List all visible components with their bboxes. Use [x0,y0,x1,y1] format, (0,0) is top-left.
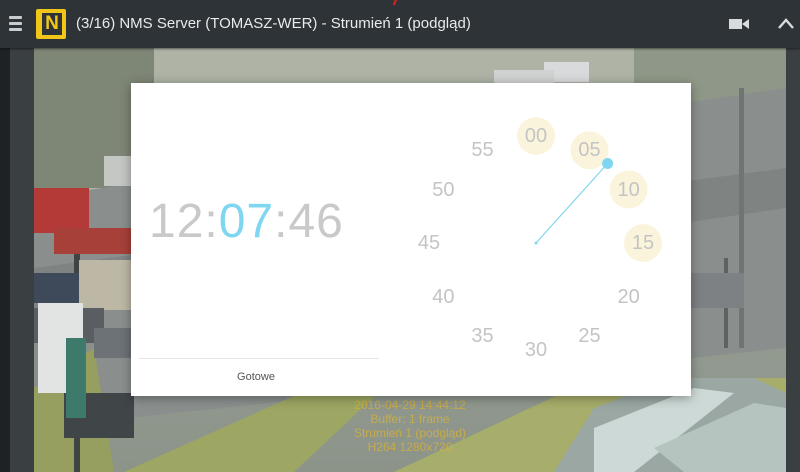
clock-label-30[interactable]: 30 [516,336,556,364]
red-curve-mark [393,0,398,6]
hamburger-icon[interactable] [9,16,22,32]
clock-label-10[interactable]: 10 [609,176,649,204]
time-separator: : [204,195,219,248]
left-panel-edge [10,48,34,472]
clock-label-00[interactable]: 00 [516,122,556,150]
window-title: (3/16) NMS Server (TOMASZ-WER) - Strumie… [76,15,471,32]
time-display: 12:07:46 [149,195,344,249]
clock-label-45[interactable]: 45 [409,229,449,257]
chevron-up-icon[interactable] [776,14,796,34]
second-value[interactable]: 46 [288,195,343,248]
done-button[interactable]: Gotowe [131,361,381,393]
clock-label-50[interactable]: 50 [423,176,463,204]
right-panel-edge [786,48,800,472]
minute-value[interactable]: 07 [219,195,274,248]
clock-label-35[interactable]: 35 [463,322,503,350]
clock-label-55[interactable]: 55 [463,136,503,164]
divider [139,358,379,359]
clock-label-20[interactable]: 20 [609,283,649,311]
stream-overlay-text: 2016-04-29 14:44:12 Buffer: 1 frame Stru… [340,398,480,454]
clock-label-15[interactable]: 15 [623,229,663,257]
video-camera-icon[interactable] [729,17,749,31]
logo-letter: N [39,13,62,35]
overlay-line: H264 1280x720 [367,440,453,454]
time-picker-dialog: 12:07:46 Gotowe 00 05 10 15 20 25 30 35 40 45 50 55 [131,83,691,396]
app-logo: N [36,9,66,39]
clock-label-40[interactable]: 40 [423,283,463,311]
time-separator: : [274,195,289,248]
hour-value[interactable]: 12 [149,195,204,248]
clock-center-dot [534,241,538,245]
overlay-line: Buffer: 1 frame [370,412,450,426]
clock-face[interactable]: 00 05 10 15 20 25 30 35 40 45 50 55 [396,103,676,383]
overlay-line: 2016-04-29 14:44:12 [354,398,466,412]
clock-hand [535,163,609,244]
clock-label-25[interactable]: 25 [570,322,610,350]
overlay-line: Strumień 1 (podgląd) [353,426,467,440]
clock-label-05[interactable]: 05 [570,136,610,164]
top-app-bar: N (3/16) NMS Server (TOMASZ-WER) - Strum… [0,0,800,48]
